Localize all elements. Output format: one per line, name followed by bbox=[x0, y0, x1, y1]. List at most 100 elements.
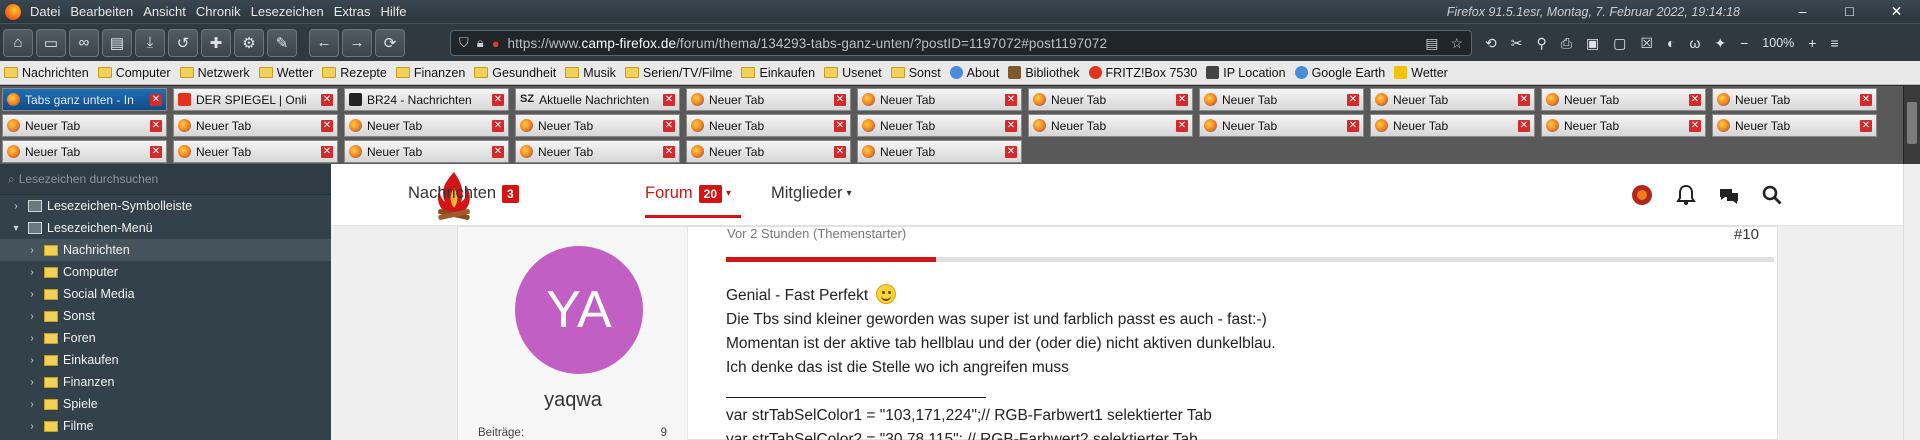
tree-item[interactable]: › Computer bbox=[0, 261, 331, 283]
bookmark-item[interactable]: Musik bbox=[565, 66, 616, 80]
shield-icon[interactable]: ⛉ bbox=[459, 35, 469, 51]
bookmark-item[interactable]: Google Earth bbox=[1294, 66, 1385, 80]
tab[interactable]: Neuer Tab ✕ bbox=[1712, 88, 1877, 111]
nav-forum[interactable]: Forum 20 ▾ bbox=[645, 184, 731, 203]
tab[interactable]: Neuer Tab ✕ bbox=[344, 140, 509, 163]
tree-item[interactable]: › Social Media bbox=[0, 283, 331, 305]
user-avatar-icon[interactable] bbox=[1631, 184, 1653, 206]
menu-hilfe[interactable]: Hilfe bbox=[378, 4, 414, 19]
zoom-in-button[interactable]: + bbox=[1808, 35, 1816, 51]
close-icon[interactable]: ✕ bbox=[1005, 93, 1017, 106]
chevron-down-icon[interactable]: ▾ bbox=[10, 223, 22, 234]
bookmark-item[interactable]: Gesundheit bbox=[474, 66, 556, 80]
close-icon[interactable]: ✕ bbox=[321, 93, 333, 106]
tab[interactable]: SZ Aktuelle Nachrichten ✕ bbox=[515, 88, 680, 111]
tab[interactable]: Neuer Tab ✕ bbox=[686, 88, 851, 111]
bookmark-item[interactable]: Einkaufen bbox=[741, 66, 815, 80]
search-icon[interactable] bbox=[1761, 184, 1783, 206]
chevron-right-icon[interactable]: › bbox=[26, 267, 38, 278]
tools-icon[interactable]: ✂ bbox=[1511, 35, 1523, 52]
tab[interactable]: Neuer Tab ✕ bbox=[857, 140, 1022, 163]
chevron-right-icon[interactable]: › bbox=[26, 355, 38, 366]
post-number[interactable]: #10 bbox=[1734, 226, 1759, 243]
tree-item[interactable]: › Sonst bbox=[0, 305, 331, 327]
window-icon[interactable]: ▢ bbox=[1613, 35, 1626, 52]
bookmark-item[interactable]: Computer bbox=[97, 66, 171, 80]
tab[interactable]: Neuer Tab ✕ bbox=[686, 140, 851, 163]
printer-icon[interactable]: ⎙ bbox=[1561, 35, 1572, 52]
tab[interactable]: Neuer Tab ✕ bbox=[857, 114, 1022, 137]
chevron-right-icon[interactable]: › bbox=[26, 289, 38, 300]
reload-button[interactable]: ⟳ bbox=[375, 28, 405, 57]
close-icon[interactable]: ✕ bbox=[663, 119, 675, 132]
post-timestamp[interactable]: Vor 2 Stunden (Themenstarter) bbox=[727, 226, 906, 241]
chevron-right-icon[interactable]: › bbox=[10, 201, 22, 212]
hamburger-menu-icon[interactable]: ≡ bbox=[1830, 35, 1838, 51]
chevron-right-icon[interactable]: › bbox=[26, 333, 38, 344]
bell-icon[interactable] bbox=[1675, 184, 1697, 206]
tab-selected[interactable]: Tabs ganz unten - In ✕ bbox=[2, 88, 167, 111]
close-icon[interactable]: ✕ bbox=[321, 145, 333, 158]
close-icon[interactable]: ✕ bbox=[1005, 145, 1017, 158]
ublock-icon[interactable]: ω bbox=[1689, 35, 1700, 51]
close-icon[interactable]: ✕ bbox=[834, 119, 846, 132]
close-icon[interactable]: ✕ bbox=[1689, 119, 1701, 132]
extension-icon[interactable]: ◐ bbox=[1667, 35, 1675, 51]
close-icon[interactable]: ✕ bbox=[492, 145, 504, 158]
close-icon[interactable]: ✕ bbox=[663, 93, 675, 106]
private-window-button[interactable]: ∞ bbox=[69, 28, 99, 57]
close-icon[interactable]: ✕ bbox=[492, 119, 504, 132]
close-icon[interactable]: ✕ bbox=[150, 93, 162, 106]
settings-button[interactable]: ⚙ bbox=[234, 28, 264, 57]
lock-icon[interactable]: 🔒︎ bbox=[477, 35, 484, 51]
bookmark-item[interactable]: Serien/TV/Filme bbox=[624, 66, 732, 80]
bookmark-star-icon[interactable]: ☆ bbox=[1450, 35, 1463, 52]
close-window-button[interactable]: ✕ bbox=[1873, 0, 1920, 23]
back-button[interactable]: ← bbox=[309, 28, 339, 57]
chevron-right-icon[interactable]: › bbox=[26, 421, 38, 432]
tab[interactable]: Neuer Tab ✕ bbox=[515, 114, 680, 137]
bookmark-item[interactable]: Netzwerk bbox=[179, 66, 250, 80]
tab[interactable]: Neuer Tab ✕ bbox=[344, 114, 509, 137]
tree-item[interactable]: › Einkaufen bbox=[0, 349, 331, 371]
tab[interactable]: Neuer Tab ✕ bbox=[2, 140, 167, 163]
tab-scrollbar[interactable] bbox=[1903, 86, 1920, 164]
close-tab-icon[interactable]: ☒ bbox=[1640, 35, 1653, 52]
bookmark-item[interactable]: Usenet bbox=[824, 66, 882, 80]
menu-chronik[interactable]: Chronik bbox=[193, 4, 248, 19]
chevron-right-icon[interactable]: › bbox=[26, 399, 38, 410]
tree-item[interactable]: › Finanzen bbox=[0, 371, 331, 393]
close-icon[interactable]: ✕ bbox=[1518, 93, 1530, 106]
tab[interactable]: Neuer Tab ✕ bbox=[686, 114, 851, 137]
tab[interactable]: Neuer Tab ✕ bbox=[1712, 114, 1877, 137]
tabs-list-button[interactable]: ▭ bbox=[36, 28, 66, 57]
pin-icon[interactable]: ⚲ bbox=[1536, 35, 1546, 52]
sidebar-button[interactable]: ▤ bbox=[102, 28, 132, 57]
minimize-button[interactable]: – bbox=[1779, 0, 1826, 23]
bookmark-item[interactable]: Nachrichten bbox=[4, 66, 89, 80]
screenshot-icon[interactable]: ▣ bbox=[1586, 35, 1599, 52]
tab[interactable]: BR24 - Nachrichten ✕ bbox=[344, 88, 509, 111]
close-icon[interactable]: ✕ bbox=[834, 93, 846, 106]
tab[interactable]: Neuer Tab ✕ bbox=[173, 140, 338, 163]
tab[interactable]: Neuer Tab ✕ bbox=[1541, 88, 1706, 111]
menu-datei[interactable]: Datei bbox=[27, 4, 67, 19]
tab[interactable]: Neuer Tab ✕ bbox=[2, 114, 167, 137]
tab[interactable]: Neuer Tab ✕ bbox=[1199, 88, 1364, 111]
bookmark-item[interactable]: IP Location bbox=[1206, 66, 1286, 80]
close-icon[interactable]: ✕ bbox=[1860, 93, 1872, 106]
menu-bearbeiten[interactable]: Bearbeiten bbox=[67, 4, 140, 19]
close-icon[interactable]: ✕ bbox=[321, 119, 333, 132]
tree-item[interactable]: ▾ Lesezeichen-Menü bbox=[0, 217, 331, 239]
close-icon[interactable]: ✕ bbox=[1176, 119, 1188, 132]
tree-item[interactable]: › Lesezeichen-Symbolleiste bbox=[0, 195, 331, 217]
close-icon[interactable]: ✕ bbox=[150, 145, 162, 158]
reader-view-icon[interactable]: ▤ bbox=[1425, 35, 1438, 52]
tab[interactable]: Neuer Tab ✕ bbox=[1370, 114, 1535, 137]
url-bar[interactable]: ⛉ 🔒︎ ● https://www.camp-firefox.de/forum… bbox=[450, 30, 1472, 56]
bookmark-item[interactable]: Rezepte bbox=[322, 66, 387, 80]
bookmark-item[interactable]: About bbox=[949, 66, 999, 80]
url-text[interactable]: https://www.camp-firefox.de/forum/thema/… bbox=[508, 36, 1108, 51]
tab[interactable]: Neuer Tab ✕ bbox=[1370, 88, 1535, 111]
tab[interactable]: DER SPIEGEL | Onli ✕ bbox=[173, 88, 338, 111]
